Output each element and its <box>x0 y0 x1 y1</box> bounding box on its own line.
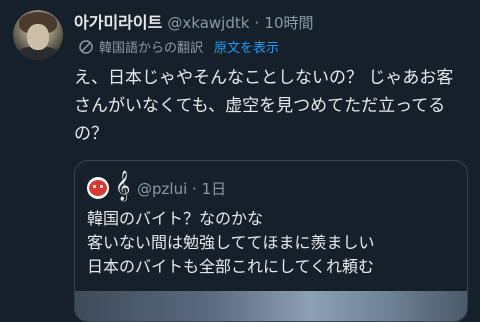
avatar-red-face <box>89 180 107 196</box>
quoted-handle[interactable]: @pzlui <box>137 180 187 198</box>
quoted-media-image[interactable] <box>75 291 467 321</box>
quoted-line: 日本のバイトも全部これにしてくれ頼む <box>87 257 375 276</box>
user-handle[interactable]: @xkawjdtk <box>167 14 249 32</box>
show-original-link[interactable]: 原文を表示 <box>214 37 279 56</box>
treble-clef-icon: 𝄞 <box>115 171 131 201</box>
tweet-header: 아가미라이트 @xkawjdtk · 10時間 <box>74 9 314 33</box>
quoted-meta: @pzlui · 1日 <box>137 178 226 199</box>
user-avatar[interactable] <box>13 10 63 60</box>
quoted-tweet[interactable]: 𝄞 @pzlui · 1日 韓国のバイト？なのかな 客いない間は勉強しててほまに… <box>74 160 468 322</box>
quoted-time[interactable]: 1日 <box>202 180 227 198</box>
quoted-separator: · <box>192 180 197 198</box>
tweet-time[interactable]: 10時間 <box>264 14 313 32</box>
avatar-face <box>27 24 49 50</box>
quoted-line: 韓国のバイト？なのかな <box>87 209 264 228</box>
quoted-text: 韓国のバイト？なのかな 客いない間は勉強しててほまに羨ましい 日本のバイトも全部… <box>87 207 457 279</box>
quoted-avatar[interactable] <box>87 177 109 199</box>
translation-note: 韓国語からの翻訳 <box>99 41 204 56</box>
translation-bar: 韓国語からの翻訳 原文を表示 <box>78 37 279 56</box>
display-name[interactable]: 아가미라이트 <box>74 13 162 32</box>
avatar-eye-left <box>93 185 96 188</box>
quoted-line: 客いない間は勉強しててほまに羨ましい <box>87 233 375 252</box>
tweet-text: え、日本じゃやそんなことしないの？ じゃあお客さんがいなくても、虚空を見つめてた… <box>74 68 454 144</box>
header-separator: · <box>254 14 260 32</box>
avatar-eye-right <box>100 185 103 188</box>
translate-icon <box>79 39 93 54</box>
